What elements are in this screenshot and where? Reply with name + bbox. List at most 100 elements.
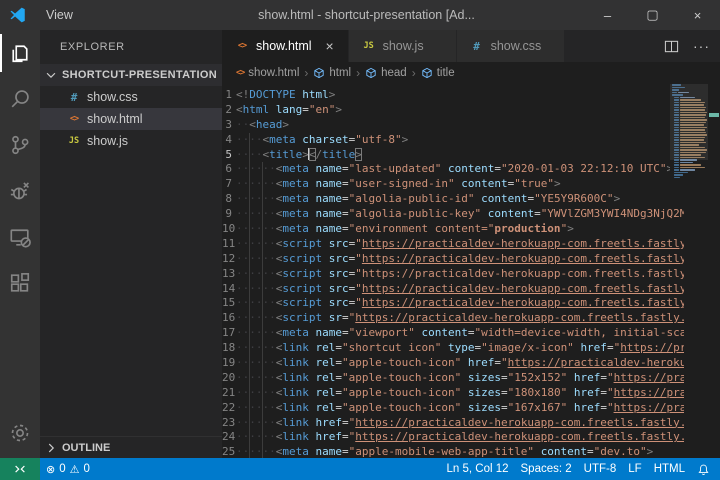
overview-ruler-scrollbar[interactable] [708, 84, 720, 458]
file-item-show.js[interactable]: JSshow.js [40, 130, 222, 152]
activity-source-control-icon[interactable] [0, 122, 40, 168]
line-number[interactable]: 24 [222, 430, 236, 445]
code-line[interactable]: 19······<link rel="apple-touch-icon" hre… [222, 356, 684, 371]
line-number[interactable]: 23 [222, 416, 236, 431]
code-line[interactable]: 3··<head> [222, 118, 684, 133]
code-line[interactable]: 14······<script src="https://practicalde… [222, 282, 684, 297]
folder-header-shortcut-presentation[interactable]: SHORTCUT-PRESENTATION [40, 64, 222, 86]
line-number[interactable]: 12 [222, 252, 236, 267]
code-line[interactable]: 10······<meta name="environment content=… [222, 222, 684, 237]
remote-indicator[interactable] [0, 458, 40, 480]
activity-extensions-icon[interactable] [0, 260, 40, 306]
indent-guide [249, 311, 250, 326]
line-content: ······<script src="https://practicaldev-… [236, 252, 684, 267]
line-number[interactable]: 6 [222, 162, 236, 177]
line-number[interactable]: 5 [222, 148, 236, 163]
code-line[interactable]: 8······<meta name="algolia-public-id" co… [222, 192, 684, 207]
code-line[interactable]: 21······<link rel="apple-touch-icon" siz… [222, 386, 684, 401]
minimize-button[interactable]: – [585, 0, 630, 30]
breadcrumb-item-title[interactable]: title [421, 67, 455, 79]
breadcrumb-item-head[interactable]: head [365, 67, 407, 79]
code-line[interactable]: 23······<link href="https://practicaldev… [222, 416, 684, 431]
line-number[interactable]: 9 [222, 207, 236, 222]
line-number[interactable]: 10 [222, 222, 236, 237]
vscode-window: FileEditSelectionViewGoDebug··· show.htm… [0, 0, 720, 480]
code-line[interactable]: 15······<script src="https://practicalde… [222, 296, 684, 311]
language-indicator[interactable]: HTML [648, 458, 691, 480]
whitespace-dots: ······ [236, 237, 276, 250]
line-number[interactable]: 8 [222, 192, 236, 207]
breadcrumb: <>show.html›html›head›title [222, 62, 720, 84]
code-line[interactable]: 1<!DOCTYPE html> [222, 88, 684, 103]
line-number[interactable]: 15 [222, 296, 236, 311]
split-editor-icon[interactable] [664, 39, 679, 54]
more-actions-icon[interactable]: ··· [689, 38, 714, 54]
symbol-cube-icon [421, 67, 433, 79]
code-line[interactable]: 18······<link rel="shortcut icon" type="… [222, 341, 684, 356]
close-button[interactable]: × [675, 0, 720, 30]
encoding-indicator[interactable]: UTF-8 [578, 458, 623, 480]
code-line[interactable]: 16······<script sr="https://practicaldev… [222, 311, 684, 326]
line-number[interactable]: 18 [222, 341, 236, 356]
line-number[interactable]: 19 [222, 356, 236, 371]
activity-settings-gear-icon[interactable] [0, 410, 40, 456]
tab-bar: <>show.html×JSshow.js#show.css [222, 30, 720, 62]
code-line[interactable]: 13······<script src="https://practicalde… [222, 267, 684, 282]
outline-section-header[interactable]: OUTLINE [40, 436, 222, 458]
code-line[interactable]: 5····<title></title> [222, 148, 684, 163]
activity-remote-explorer-icon[interactable] [0, 214, 40, 260]
code-line[interactable]: 4····<meta charset="utf-8"> [222, 133, 684, 148]
code-line[interactable]: 2<html lang="en"> [222, 103, 684, 118]
line-content: ······<script src="https://practicaldev-… [236, 282, 684, 297]
line-number[interactable]: 3 [222, 118, 236, 133]
minimap-slider[interactable] [670, 84, 708, 160]
code-editor[interactable]: 1<!DOCTYPE html>2<html lang="en">3··<hea… [222, 84, 720, 458]
whitespace-dots: ······ [236, 386, 276, 399]
problems-indicator[interactable]: ⊗ 0 ⚠ 0 [40, 458, 96, 480]
activity-explorer-icon[interactable] [0, 30, 40, 76]
tab-show.css[interactable]: #show.css [457, 30, 565, 62]
activity-search-icon[interactable] [0, 76, 40, 122]
code-line[interactable]: 25······<meta name="apple-mobile-web-app… [222, 445, 684, 458]
code-line[interactable]: 6······<meta name="last-updated" content… [222, 162, 684, 177]
indentation-indicator[interactable]: Spaces: 2 [515, 458, 578, 480]
line-number[interactable]: 14 [222, 282, 236, 297]
tab-close-icon[interactable]: × [322, 38, 338, 54]
line-number[interactable]: 13 [222, 267, 236, 282]
line-content: <html lang="en"> [236, 103, 342, 118]
line-number[interactable]: 2 [222, 103, 236, 118]
eol-indicator[interactable]: LF [622, 458, 647, 480]
maximize-button[interactable]: ▢ [630, 0, 675, 30]
line-number[interactable]: 11 [222, 237, 236, 252]
line-number[interactable]: 4 [222, 133, 236, 148]
line-number[interactable]: 21 [222, 386, 236, 401]
code-line[interactable]: 7······<meta name="user-signed-in" conte… [222, 177, 684, 192]
notifications-bell-icon[interactable] [691, 458, 720, 480]
line-number[interactable]: 22 [222, 401, 236, 416]
code-line[interactable]: 17······<meta name="viewport" content="w… [222, 326, 684, 341]
file-item-show.css[interactable]: #show.css [40, 86, 222, 108]
file-item-show.html[interactable]: <>show.html [40, 108, 222, 130]
line-content: ····<meta charset="utf-8"> [236, 133, 408, 148]
line-number[interactable]: 16 [222, 311, 236, 326]
code-line[interactable]: 12······<script src="https://practicalde… [222, 252, 684, 267]
line-number[interactable]: 1 [222, 88, 236, 103]
activity-debug-icon[interactable] [0, 168, 40, 214]
indent-guide [249, 162, 250, 177]
code-line[interactable]: 9······<meta name="algolia-public-key" c… [222, 207, 684, 222]
line-number[interactable]: 25 [222, 445, 236, 458]
code-line[interactable]: 22······<link rel="apple-touch-icon" siz… [222, 401, 684, 416]
tab-show.html[interactable]: <>show.html× [222, 30, 349, 62]
breadcrumb-item-show.html[interactable]: <>show.html [236, 67, 299, 79]
menu-view[interactable]: View [37, 0, 106, 30]
cursor-position-indicator[interactable]: Ln 5, Col 12 [441, 458, 515, 480]
code-line[interactable]: 24······<link href="https://practicaldev… [222, 430, 684, 445]
whitespace-dots: ······ [236, 445, 276, 458]
line-number[interactable]: 17 [222, 326, 236, 341]
code-line[interactable]: 20······<link rel="apple-touch-icon" siz… [222, 371, 684, 386]
tab-show.js[interactable]: JSshow.js [349, 30, 457, 62]
code-line[interactable]: 11······<script src="https://practicalde… [222, 237, 684, 252]
line-number[interactable]: 20 [222, 371, 236, 386]
line-number[interactable]: 7 [222, 177, 236, 192]
breadcrumb-item-html[interactable]: html [313, 67, 351, 79]
